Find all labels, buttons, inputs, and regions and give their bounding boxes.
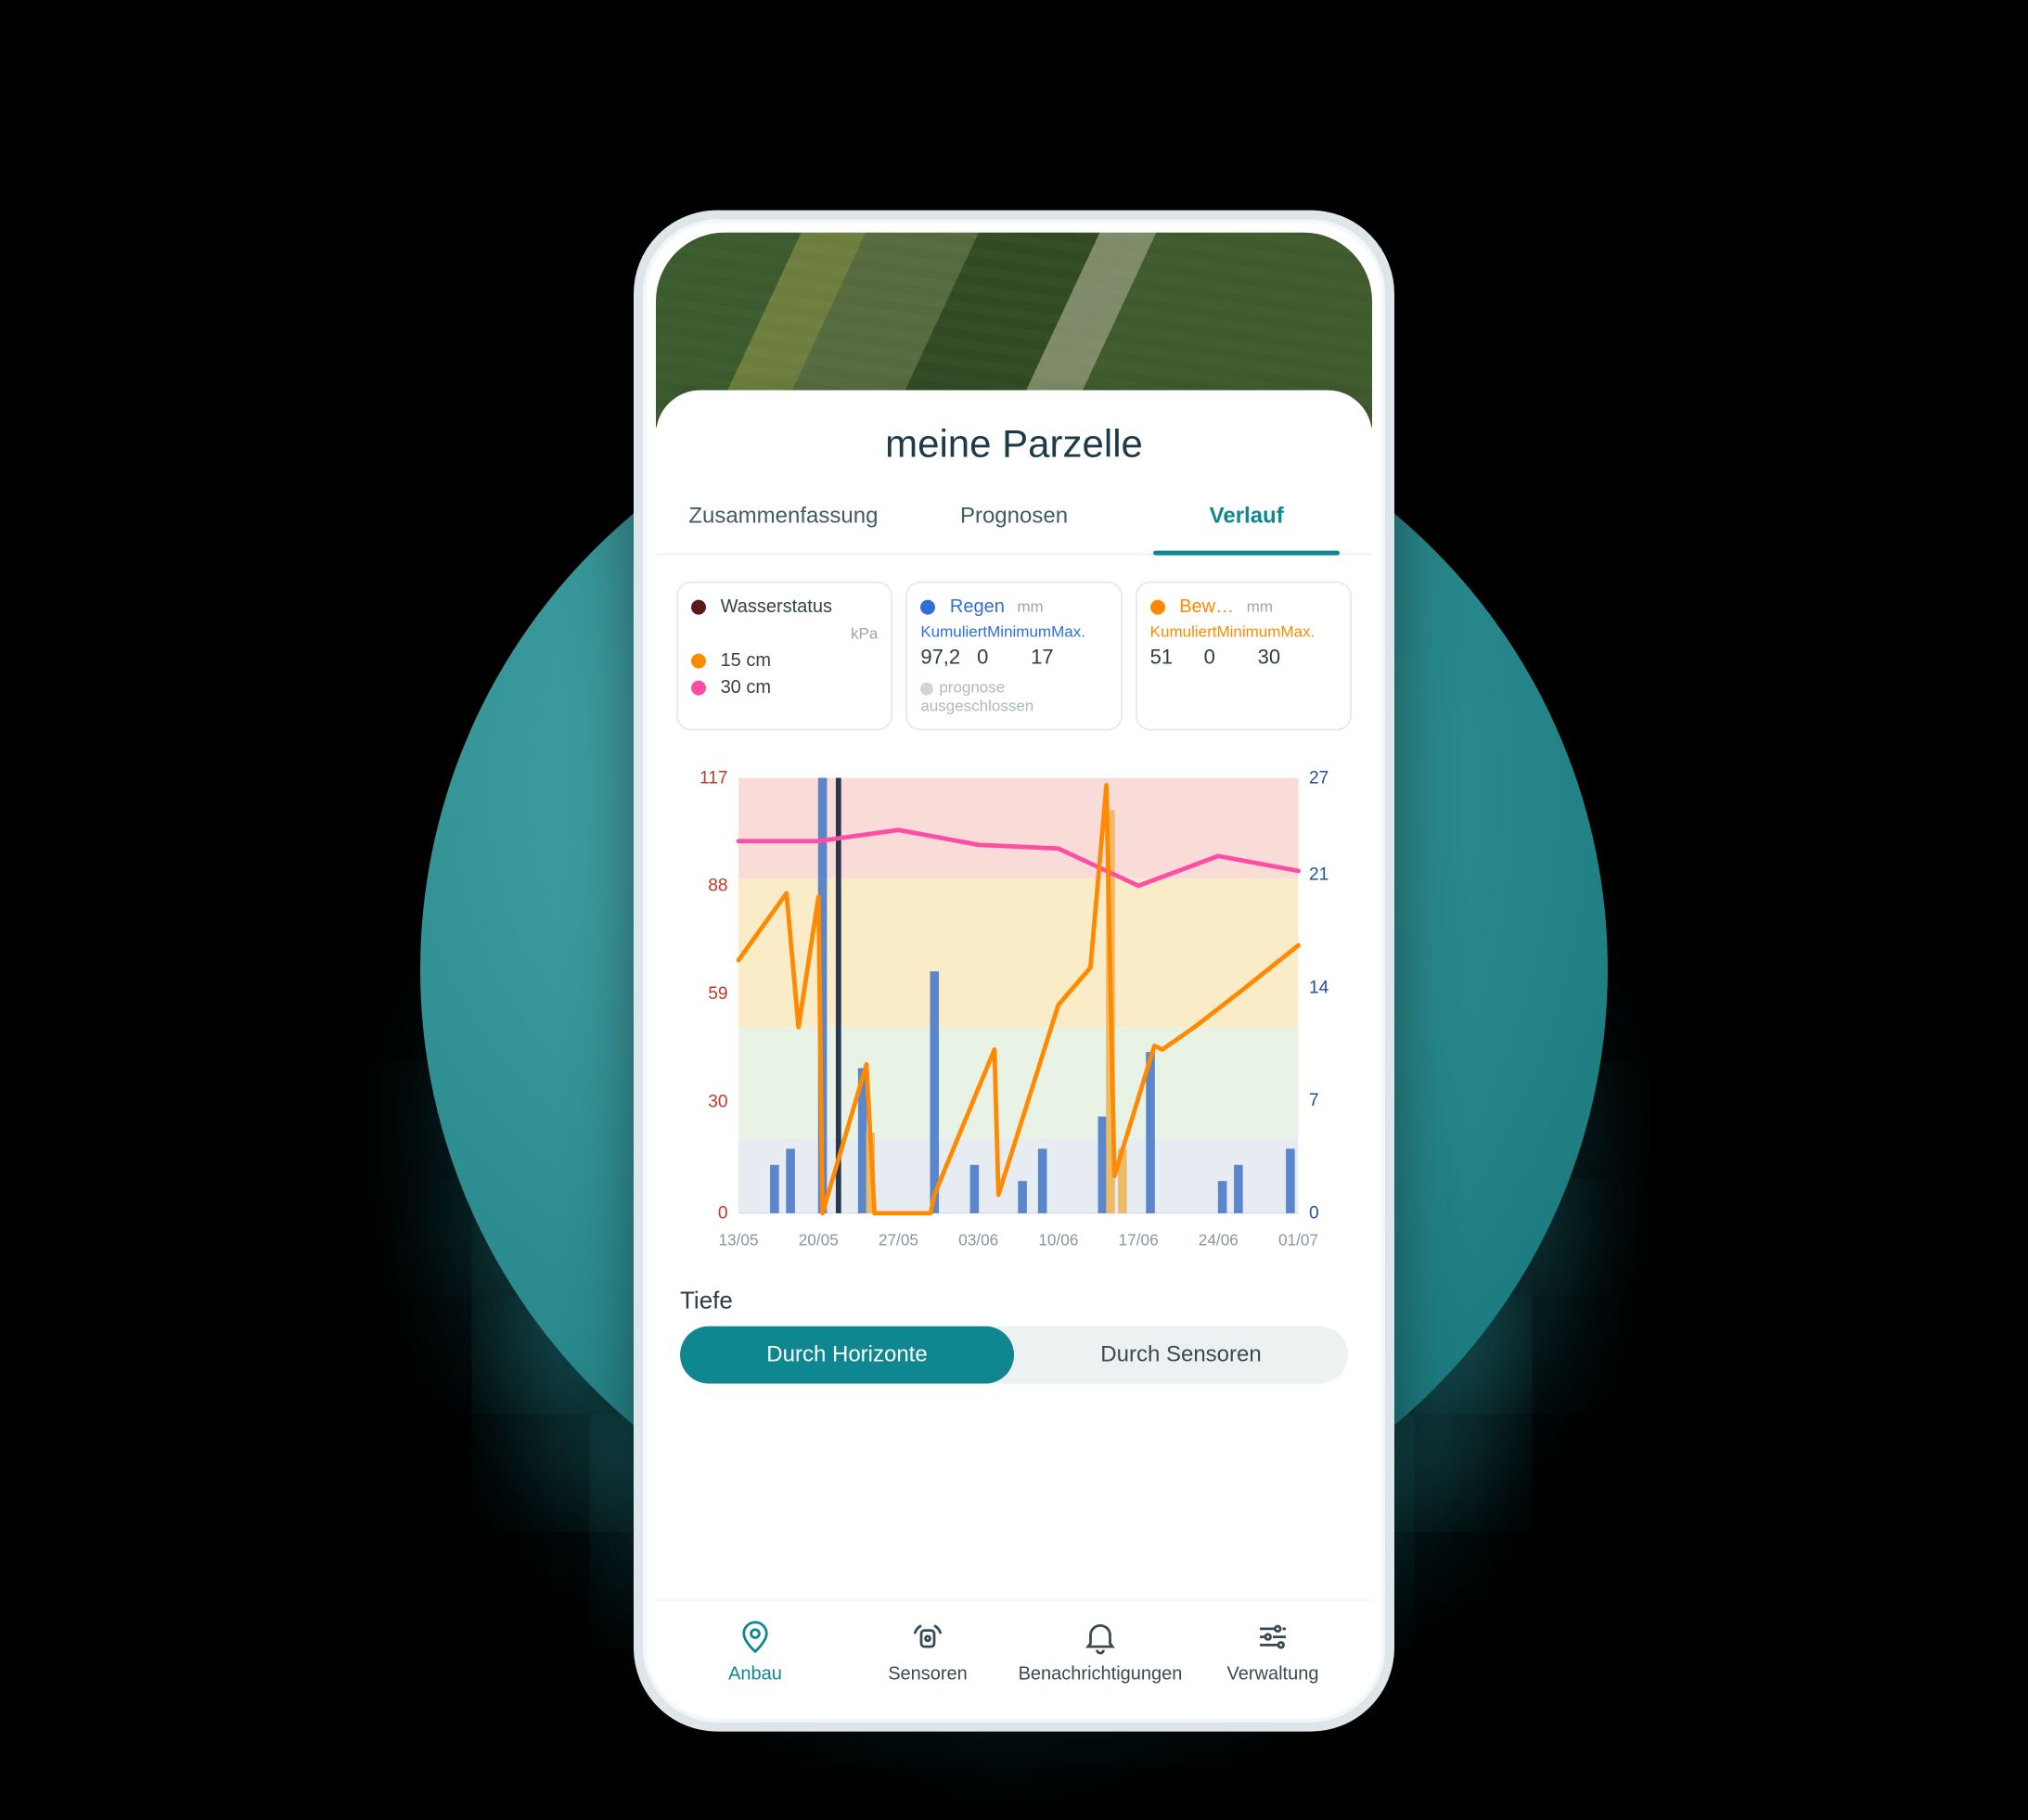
- card-title: Regen: [950, 596, 1005, 617]
- val-min: 0: [1204, 646, 1241, 670]
- depth-label: 30 cm: [721, 677, 771, 698]
- svg-text:0: 0: [1309, 1204, 1319, 1224]
- nav-label: Anbau: [728, 1664, 782, 1685]
- val-max: 17: [1031, 646, 1068, 670]
- content-sheet: meine Parzelle Zusammenfassung Prognosen…: [656, 391, 1372, 1710]
- svg-text:03/06: 03/06: [958, 1231, 998, 1250]
- depth-section-label: Tiefe: [680, 1287, 1348, 1315]
- svg-text:20/05: 20/05: [799, 1231, 839, 1250]
- svg-text:14: 14: [1309, 979, 1329, 998]
- mini-header: KumuliertMinimumMax.: [920, 623, 1107, 642]
- nav-label: Benachrichtigungen: [1019, 1664, 1183, 1685]
- map-pin-icon: [736, 1618, 775, 1657]
- depth-dot-icon: [691, 681, 706, 696]
- tab-label: Verlauf: [1210, 505, 1284, 529]
- sensor-icon: [908, 1618, 947, 1657]
- page-title: meine Parzelle: [656, 391, 1372, 487]
- nav-label: Sensoren: [888, 1664, 968, 1685]
- seg-durch-sensoren[interactable]: Durch Sensoren: [1014, 1327, 1348, 1384]
- nav-verwaltung[interactable]: Verwaltung: [1187, 1618, 1359, 1685]
- nav-sensoren[interactable]: Sensoren: [841, 1618, 1014, 1685]
- svg-text:59: 59: [708, 984, 727, 1004]
- unit-label: mm: [1017, 598, 1043, 616]
- mini-values: 51 0 30: [1150, 646, 1337, 670]
- svg-text:0: 0: [718, 1204, 728, 1224]
- sliders-icon: [1253, 1618, 1292, 1657]
- svg-text:17/06: 17/06: [1119, 1231, 1159, 1250]
- svg-text:30: 30: [708, 1093, 727, 1112]
- mini-header: KumuliertMinimumMax.: [1150, 623, 1337, 642]
- phone-frame: meine Parzelle Zusammenfassung Prognosen…: [634, 211, 1394, 1732]
- val-kumuliert: 51: [1150, 646, 1187, 670]
- bottom-nav: Anbau Sensoren Benachrichtigungen: [656, 1600, 1372, 1710]
- mini-values: 97,2 0 17: [920, 646, 1107, 670]
- depth-label: 15 cm: [721, 650, 771, 671]
- val-max: 30: [1258, 646, 1295, 670]
- card-title: Bew…: [1179, 596, 1234, 617]
- svg-text:13/05: 13/05: [718, 1231, 758, 1250]
- rain-dot-icon: [920, 599, 935, 614]
- irrigation-dot-icon: [1150, 599, 1165, 614]
- tab-zusammenfassung[interactable]: Zusammenfassung: [665, 487, 898, 554]
- tabs: Zusammenfassung Prognosen Verlauf: [656, 487, 1372, 556]
- bell-icon: [1081, 1618, 1120, 1657]
- svg-text:7: 7: [1309, 1091, 1319, 1110]
- card-title: Wasserstatus: [721, 596, 832, 617]
- val-kumuliert: 97,2: [920, 646, 960, 670]
- svg-text:88: 88: [708, 877, 727, 896]
- svg-text:27: 27: [1309, 769, 1328, 788]
- nav-benachrichtigungen[interactable]: Benachrichtigungen: [1014, 1618, 1187, 1685]
- svg-text:24/06: 24/06: [1199, 1231, 1239, 1250]
- svg-text:27/05: 27/05: [879, 1231, 918, 1250]
- svg-text:01/07: 01/07: [1278, 1231, 1318, 1250]
- unit-label: kPa: [851, 625, 878, 643]
- card-regen[interactable]: Regen mm KumuliertMinimumMax. 97,2 0 17: [905, 582, 1122, 731]
- info-dot-icon: [920, 682, 933, 695]
- tab-prognosen[interactable]: Prognosen: [898, 487, 1131, 554]
- card-wasserstatus[interactable]: Wasserstatus kPa 15 cm 30 cm: [676, 582, 892, 731]
- seg-durch-horizonte[interactable]: Durch Horizonte: [680, 1327, 1014, 1384]
- svg-text:21: 21: [1309, 865, 1328, 885]
- tab-verlauf[interactable]: Verlauf: [1130, 487, 1363, 554]
- nav-label: Verwaltung: [1227, 1664, 1319, 1685]
- nav-anbau[interactable]: Anbau: [669, 1618, 841, 1685]
- val-min: 0: [977, 646, 1014, 670]
- card-footnote: prognose ausgeschlossen: [920, 679, 1107, 716]
- depth-dot-icon: [691, 654, 706, 669]
- depth-segmented: Durch Horizonte Durch Sensoren: [680, 1327, 1348, 1384]
- svg-text:117: 117: [700, 769, 728, 788]
- unit-label: mm: [1247, 598, 1273, 616]
- svg-text:10/06: 10/06: [1038, 1231, 1078, 1250]
- chart-verlauf[interactable]: 0 30 59 88 117 0 7 14 21 27 13/05 20/05 27/05 03/06 10…: [676, 750, 1352, 1269]
- tab-label: Zusammenfassung: [688, 505, 874, 529]
- tab-label: Prognosen: [960, 505, 1068, 529]
- card-bewaesserung[interactable]: Bew… mm KumuliertMinimumMax. 51 0 30: [1136, 582, 1352, 731]
- status-dot-icon: [691, 599, 706, 614]
